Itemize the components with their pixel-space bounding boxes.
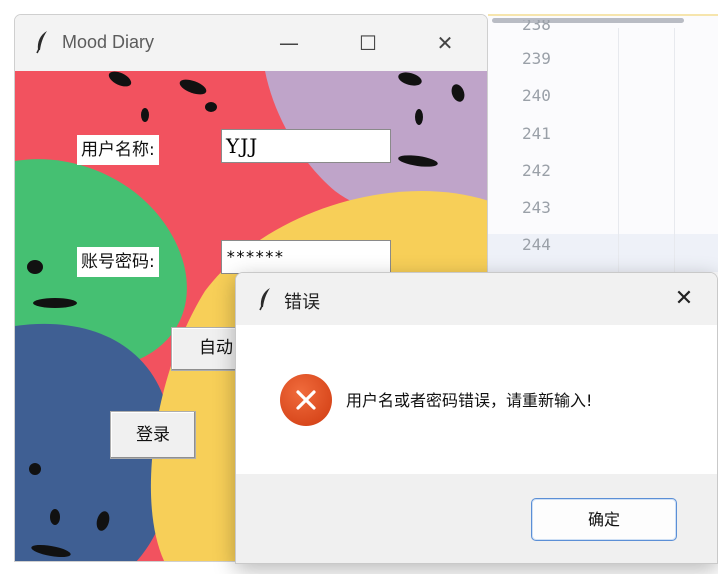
dialog-title-bar[interactable]: 错误 ✕ [236,273,717,325]
indent-guide [618,28,619,274]
error-dialog: 错误 ✕ 用户名或者密码错误，请重新输入! 确定 [235,272,718,564]
close-button[interactable]: ✕ [429,29,461,57]
ok-button[interactable]: 确定 [531,498,677,541]
editor-top-border [488,14,718,16]
username-value: YJJ [226,134,259,158]
minimize-button[interactable]: — [273,29,305,57]
line-number: 243 [522,198,551,218]
window-title: Mood Diary [62,32,155,52]
line-number: 242 [522,160,551,180]
feather-icon [36,31,47,54]
password-field[interactable]: ****** [221,240,391,274]
dialog-title: 错误 [284,292,320,313]
line-number: 239 [522,49,551,68]
code-editor-background: 238 239 240 241 242 243 244 [488,14,718,274]
line-number: 238 [522,20,551,34]
username-label: 用户名称: [77,135,159,165]
error-x-icon [280,374,332,426]
password-label: 账号密码: [77,247,159,277]
maximize-button[interactable]: ☐ [352,29,384,57]
feather-icon [259,288,270,311]
line-number: 240 [522,86,551,106]
title-bar[interactable]: Mood Diary — ☐ ✕ [15,15,487,71]
horizontal-scrollbar[interactable] [492,18,684,23]
error-message: 用户名或者密码错误，请重新输入! [346,391,593,410]
dialog-footer: 确定 [236,474,717,563]
indent-guide [674,28,675,274]
password-value: ****** [226,247,284,266]
dialog-close-button[interactable]: ✕ [666,284,702,314]
line-number: 241 [522,123,551,143]
login-button[interactable]: 登录 [110,411,196,459]
line-number: 244 [522,235,551,255]
line-number-gutter: 238 239 240 241 242 243 244 [522,20,551,264]
username-field[interactable]: YJJ [221,129,391,163]
